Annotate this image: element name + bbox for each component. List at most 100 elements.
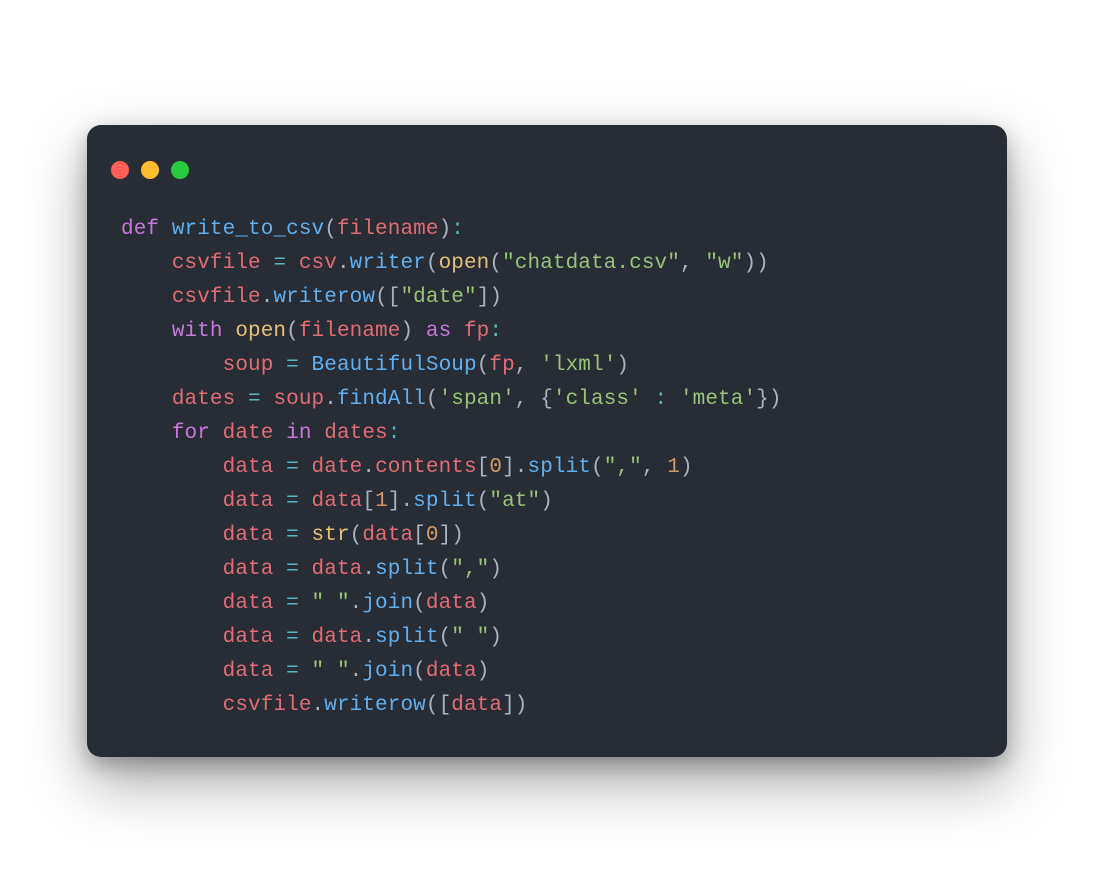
code-token: data (223, 558, 274, 581)
code-token: . (337, 252, 350, 275)
code-token: soup (273, 388, 324, 411)
code-token: : (451, 218, 464, 241)
code-token: writerow (273, 286, 375, 309)
code-token: : (489, 320, 502, 343)
code-token: ( (286, 320, 299, 343)
code-token: date (312, 456, 363, 479)
code-token: = (248, 388, 261, 411)
code-token: 1 (375, 490, 388, 513)
code-token: data (223, 626, 274, 649)
code-token: = (286, 354, 299, 377)
code-token: data (312, 558, 363, 581)
code-token (121, 388, 172, 411)
code-token: ( (489, 252, 502, 275)
code-token: write_to_csv (172, 218, 324, 241)
code-token (121, 320, 172, 343)
code-token: : (388, 422, 401, 445)
code-token (121, 592, 223, 615)
zoom-icon[interactable] (171, 161, 189, 179)
code-token: ) (680, 456, 693, 479)
code-token: join (362, 592, 413, 615)
code-token (286, 252, 299, 275)
code-token: date (223, 422, 274, 445)
code-token: , { (515, 388, 553, 411)
code-token (451, 320, 464, 343)
code-token: filename (299, 320, 401, 343)
code-token: " " (312, 592, 350, 615)
code-token: ( (591, 456, 604, 479)
code-token: data (223, 660, 274, 683)
code-token (121, 490, 223, 513)
code-token: "," (451, 558, 489, 581)
code-token (121, 660, 223, 683)
code-token: . (362, 558, 375, 581)
code-token: data (312, 626, 363, 649)
code-token: split (413, 490, 477, 513)
code-token: " " (312, 660, 350, 683)
code-token: as (426, 320, 451, 343)
code-token: 1 (667, 456, 680, 479)
code-token: ]) (439, 524, 464, 547)
code-token (299, 558, 312, 581)
code-token: ]. (502, 456, 527, 479)
code-token: split (528, 456, 592, 479)
code-token (642, 388, 655, 411)
code-token: ( (477, 354, 490, 377)
code-token: , (642, 456, 667, 479)
code-token (667, 388, 680, 411)
code-token: [ (413, 524, 426, 547)
code-token: dates (172, 388, 236, 411)
code-token: ( (439, 626, 452, 649)
code-token: "w" (705, 252, 743, 275)
code-token: = (286, 456, 299, 479)
code-token: 0 (489, 456, 502, 479)
code-token (121, 422, 172, 445)
code-token: contents (375, 456, 477, 479)
code-token: = (286, 626, 299, 649)
code-token: ) (616, 354, 629, 377)
code-token: "," (604, 456, 642, 479)
code-token: ]) (502, 694, 527, 717)
code-token: ) (540, 490, 553, 513)
code-token: ( (477, 490, 490, 513)
code-token: join (362, 660, 413, 683)
code-token (299, 354, 312, 377)
code-token (299, 490, 312, 513)
code-token: ( (324, 218, 337, 241)
code-token (121, 694, 223, 717)
code-window: def write_to_csv(filename): csvfile = cs… (87, 125, 1007, 757)
code-token: ( (426, 252, 439, 275)
code-token (261, 388, 274, 411)
code-token (121, 626, 223, 649)
code-token: for (172, 422, 210, 445)
code-token: ]. (388, 490, 413, 513)
code-token: . (261, 286, 274, 309)
code-token: ( (350, 524, 363, 547)
code-token (273, 592, 286, 615)
code-token: = (286, 524, 299, 547)
code-token: ( (413, 660, 426, 683)
code-token: split (375, 558, 439, 581)
code-token: = (286, 490, 299, 513)
code-token: [ (477, 456, 490, 479)
code-token: ) (489, 626, 502, 649)
code-token (299, 626, 312, 649)
code-token: "at" (489, 490, 540, 513)
code-token (312, 422, 325, 445)
code-block: def write_to_csv(filename): csvfile = cs… (87, 193, 1007, 723)
code-token (299, 524, 312, 547)
code-token: [ (362, 490, 375, 513)
code-token: ( (439, 558, 452, 581)
code-token: . (362, 626, 375, 649)
close-icon[interactable] (111, 161, 129, 179)
window-titlebar (87, 125, 1007, 193)
code-token: data (451, 694, 502, 717)
code-token: data (223, 490, 274, 513)
code-token (299, 592, 312, 615)
code-token: in (286, 422, 311, 445)
code-token: ([ (375, 286, 400, 309)
minimize-icon[interactable] (141, 161, 159, 179)
code-token: findAll (337, 388, 426, 411)
code-token: writer (350, 252, 426, 275)
code-token: . (350, 660, 363, 683)
